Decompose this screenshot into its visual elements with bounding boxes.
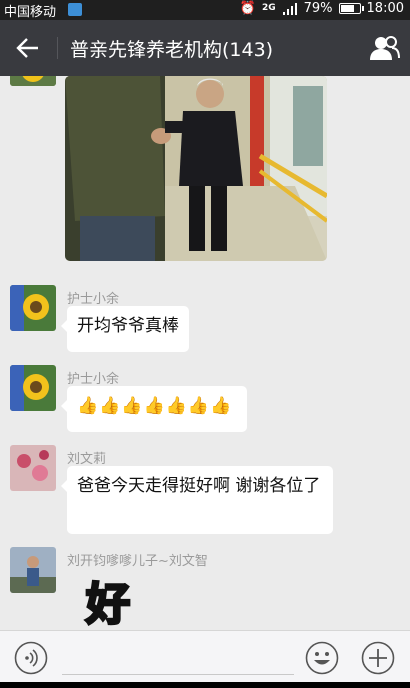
emoji-icon[interactable] (305, 641, 339, 675)
chat-image[interactable] (65, 76, 327, 261)
sender-name: 护士小余 (67, 372, 120, 387)
battery-icon (338, 3, 364, 14)
avatar[interactable] (10, 285, 56, 331)
sticker-text: 好 (85, 578, 132, 630)
status-right: ⏰ 2G 79% 18:00 (240, 1, 404, 16)
chat-title: 普亲先锋养老机构(143) (70, 39, 274, 61)
message-input[interactable] (62, 641, 294, 675)
avatar[interactable] (10, 547, 56, 593)
message-bubble[interactable]: 👍👍👍👍👍👍👍 (61, 386, 247, 432)
signal-icon (282, 2, 297, 15)
network-label: 2G (261, 3, 276, 13)
network-type: 2G (262, 4, 276, 13)
sender-name: 刘开钧嗲嗲儿子~刘文智 (67, 554, 208, 569)
header-divider (57, 37, 58, 59)
thumbs-up-emoji: 👍 (165, 396, 188, 416)
sender-name: 刘文莉 (67, 452, 107, 467)
carrier-label: 中国移动 (4, 5, 57, 20)
avatar[interactable] (10, 76, 56, 86)
thumbs-up-emoji: 👍 (187, 396, 211, 416)
back-arrow-icon[interactable] (14, 34, 42, 62)
photo-illustration (65, 76, 327, 261)
battery-fill (340, 5, 354, 12)
message-bubble[interactable]: 爸爸今天走得挺好啊 谢谢各位了 (61, 466, 333, 534)
chat-header: 普亲先锋养老机构(143) (0, 20, 410, 76)
input-bar (0, 630, 410, 682)
emoji-row: 👍👍👍👍👍👍👍 (77, 396, 232, 416)
status-bar: 中国移动 ⏰ 2G 79% 18:00 (0, 0, 410, 20)
battery-percent: 79% (303, 1, 333, 16)
avatar[interactable] (10, 445, 56, 491)
clock: 18:00 (366, 1, 404, 16)
message-bubble[interactable]: 开均爷爷真棒 (61, 306, 189, 352)
group-members-icon[interactable] (368, 33, 400, 63)
thumbs-up-emoji: 👍 (121, 396, 144, 416)
system-nav-bar (0, 682, 410, 688)
thumbs-up-emoji: 👍 (77, 396, 100, 416)
thumbs-up-emoji: 👍 (143, 396, 166, 416)
voice-input-icon[interactable] (14, 641, 48, 675)
message-list[interactable]: 护士小余 开均爷爷真棒 护士小余 👍👍👍👍👍👍👍 刘文莉 爸爸今天走得挺好啊 谢… (0, 76, 410, 630)
more-plus-icon[interactable] (361, 641, 395, 675)
sim-icon (68, 3, 82, 16)
thumbs-up-emoji: 👍 (99, 396, 122, 416)
sticker[interactable]: 好 (80, 578, 154, 630)
thumbs-up-emoji: 👍 (210, 396, 233, 416)
sender-name: 护士小余 (67, 292, 120, 307)
alarm-icon: ⏰ (239, 1, 256, 16)
avatar[interactable] (10, 365, 56, 411)
